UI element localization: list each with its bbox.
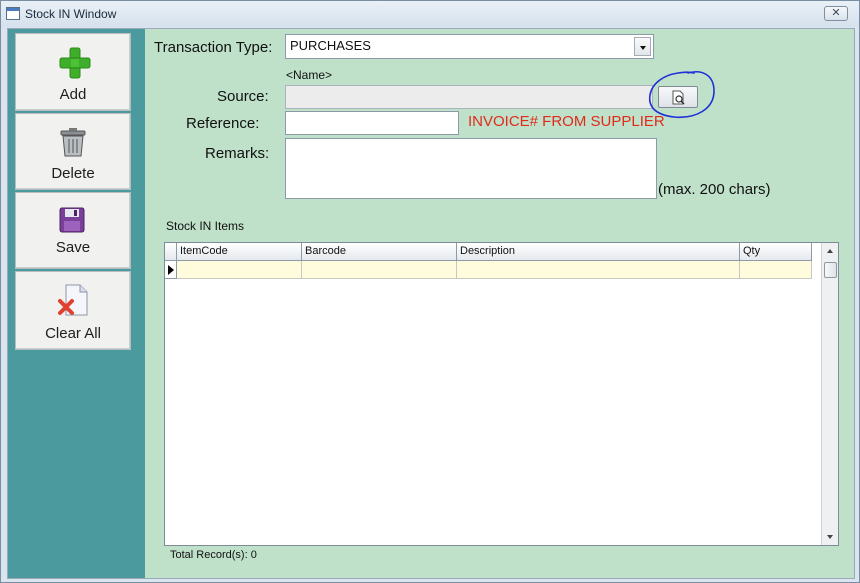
- scroll-down-arrow-icon[interactable]: [827, 535, 833, 539]
- name-hint: <Name>: [286, 68, 333, 82]
- plus-icon: [59, 47, 91, 79]
- trash-icon: [60, 128, 86, 157]
- add-label: Add: [59, 86, 87, 103]
- reference-field[interactable]: [285, 111, 459, 135]
- column-header-itemcode[interactable]: ItemCode: [177, 243, 302, 261]
- new-row-description-cell[interactable]: [457, 261, 740, 279]
- stock-in-items-title: Stock IN Items: [166, 219, 245, 233]
- column-header-qty[interactable]: Qty: [740, 243, 812, 261]
- grid-vertical-scrollbar[interactable]: [821, 243, 838, 545]
- window-icon: [6, 7, 20, 20]
- total-records: Total Record(s): 0: [170, 549, 257, 561]
- scroll-thumb[interactable]: [824, 262, 837, 278]
- remarks-label: Remarks:: [205, 145, 270, 162]
- clear-document-icon: [58, 284, 88, 316]
- row-header-corner: [165, 243, 177, 261]
- source-field[interactable]: [285, 85, 653, 109]
- column-header-description[interactable]: Description: [457, 243, 740, 261]
- delete-label: Delete: [51, 165, 95, 182]
- column-header-barcode[interactable]: Barcode: [302, 243, 457, 261]
- source-label: Source:: [217, 88, 269, 105]
- new-row-itemcode-cell[interactable]: [177, 261, 302, 279]
- transaction-type-select[interactable]: PURCHASES: [285, 34, 654, 59]
- transaction-type-label: Transaction Type:: [154, 39, 273, 56]
- stock-in-window: Stock IN Window ✕ Add Delete Save Clear …: [0, 0, 860, 583]
- add-button[interactable]: Add: [15, 33, 131, 111]
- chevron-down-icon[interactable]: [634, 37, 651, 56]
- close-button[interactable]: ✕: [824, 6, 848, 21]
- new-row-qty-cell[interactable]: [740, 261, 812, 279]
- clear-all-label: Clear All: [45, 325, 101, 342]
- remarks-hint: (max. 200 chars): [658, 181, 771, 198]
- sidebar: Add Delete Save Clear All: [8, 29, 145, 578]
- title-bar: Stock IN Window ✕: [1, 1, 859, 27]
- clear-all-button[interactable]: Clear All: [15, 271, 131, 350]
- remarks-field[interactable]: [285, 138, 657, 199]
- scroll-up-arrow-icon[interactable]: [827, 249, 833, 253]
- reference-label: Reference:: [186, 115, 260, 132]
- client-area: Add Delete Save Clear All Transaction Ty…: [7, 28, 855, 579]
- delete-button[interactable]: Delete: [15, 113, 131, 190]
- transaction-type-value: PURCHASES: [290, 38, 371, 53]
- save-label: Save: [55, 239, 91, 256]
- stock-in-items-grid[interactable]: ItemCode Barcode Description Qty: [164, 242, 839, 546]
- floppy-disk-icon: [59, 207, 85, 233]
- window-title: Stock IN Window: [25, 7, 117, 21]
- new-row-barcode-cell[interactable]: [302, 261, 457, 279]
- reference-hint: INVOICE# FROM SUPPLIER: [468, 113, 665, 130]
- save-button[interactable]: Save: [15, 192, 131, 269]
- current-row-arrow-icon: [165, 261, 177, 279]
